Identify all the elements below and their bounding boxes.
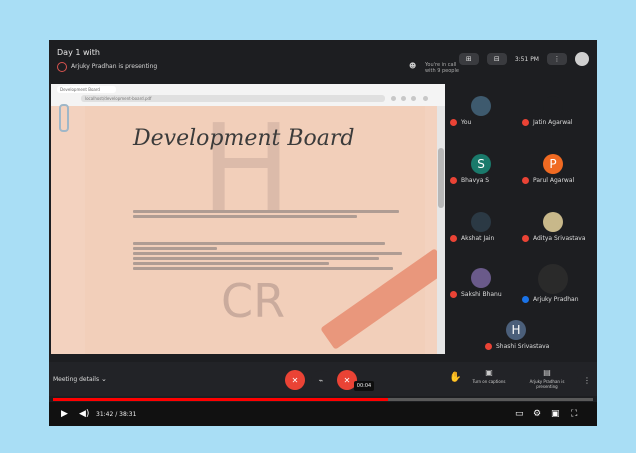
meeting-topbar: Day 1 with Arjuky Pradhan is presenting … <box>49 40 597 80</box>
avatar <box>471 96 491 116</box>
slide-canvas: H Development Board CR <box>85 100 445 354</box>
scrollbar[interactable] <box>437 106 445 354</box>
participant-tile[interactable]: Jatin Agarwal <box>522 96 584 126</box>
extension-icon[interactable] <box>401 96 406 101</box>
mic-off-icon <box>485 343 492 350</box>
volume-icon[interactable]: ◀) <box>79 409 89 419</box>
participant-tile[interactable]: Akshat Jain <box>450 212 512 242</box>
avatar: S <box>471 154 491 174</box>
chevron-down-icon[interactable]: ⌄ <box>101 375 107 383</box>
slide-title: Development Board <box>133 126 355 151</box>
present-button[interactable]: ▤ Arjuky Pradhan is presenting <box>525 368 569 389</box>
participant-tile[interactable]: H Shashi Srivastava <box>485 320 549 350</box>
video-player-controls: ▶ ◀) 31:42 / 38:31 ▭ ⚙ ▣ ⛶ <box>49 402 597 426</box>
avatar <box>471 212 491 232</box>
meeting-controls: Meeting details ⌄ ✕ ⌁ ✕ 00:04 ✋ ▣ Turn on… <box>49 362 597 396</box>
participant-tile[interactable]: P Parul Agarwal <box>522 154 584 184</box>
avatar <box>543 96 563 116</box>
layout-button[interactable]: ⊞ <box>458 53 479 65</box>
subtitles-icon[interactable]: ▭ <box>515 409 524 419</box>
avatar <box>538 264 568 294</box>
mic-toggle-button[interactable]: ✕ <box>285 370 305 390</box>
participant-tile-presenter[interactable]: Arjuky Pradhan <box>522 264 584 303</box>
tooltip: 00:04 <box>354 381 374 391</box>
slide-bullet <box>133 208 413 220</box>
time-display: 31:42 / 38:31 <box>96 411 137 418</box>
participant-tile[interactable]: You <box>450 96 512 126</box>
avatar <box>471 268 491 288</box>
menu-button[interactable]: ⋮ <box>547 53 567 65</box>
avatar: P <box>543 154 563 174</box>
captions-button[interactable]: ▣ Turn on captions <box>467 368 511 384</box>
mic-off-icon <box>450 291 457 298</box>
pin-button[interactable]: ⊟ <box>486 53 507 65</box>
cr-logo: CR <box>221 274 286 328</box>
mic-off-icon <box>522 119 529 126</box>
star-icon[interactable] <box>391 96 396 101</box>
browser-tab[interactable]: Development Board <box>57 86 116 93</box>
play-icon[interactable]: ▶ <box>61 409 68 419</box>
clock: 3:51 PM <box>514 55 539 63</box>
avatar <box>543 212 563 232</box>
people-icon: ☻ <box>409 62 417 70</box>
video-progress-bar[interactable] <box>53 398 593 401</box>
mic-on-icon <box>522 296 529 303</box>
mic-off-icon <box>522 235 529 242</box>
captions-icon: ▣ <box>485 368 493 377</box>
user-avatar[interactable] <box>575 52 589 66</box>
meeting-details-button[interactable]: Meeting details <box>53 376 99 383</box>
settings-icon[interactable]: ⚙ <box>533 409 541 419</box>
miniplayer-icon[interactable]: ▣ <box>551 409 560 419</box>
participant-tile[interactable]: Sakshi Bhanu <box>450 268 512 298</box>
mic-off-icon <box>522 177 529 184</box>
hand-raise-icon[interactable]: ✋ <box>449 372 461 383</box>
slide-bullet <box>133 240 413 272</box>
profile-icon[interactable] <box>411 96 416 101</box>
hangup-button[interactable]: ⌁ <box>311 370 331 390</box>
presenting-label: Arjuky Pradhan is presenting <box>71 63 158 70</box>
mic-off-icon <box>450 177 457 184</box>
paperclip-graphic <box>59 104 69 132</box>
participant-tile[interactable]: S Bhavya S <box>450 154 512 184</box>
avatar: H <box>506 320 526 340</box>
record-icon <box>57 62 67 72</box>
people-info: You're in call with 9 people <box>425 62 459 74</box>
meeting-window: Day 1 with Arjuky Pradhan is presenting … <box>49 40 597 426</box>
participant-tile[interactable]: Aditya Srivastava <box>522 212 586 242</box>
fullscreen-icon[interactable]: ⛶ <box>571 409 577 419</box>
more-options-button[interactable]: ⋮ <box>577 370 597 390</box>
mic-off-icon <box>450 235 457 242</box>
shared-screen: Development Board localhost/development-… <box>51 84 445 354</box>
kebab-icon[interactable] <box>423 96 428 101</box>
progress-fill <box>53 398 388 401</box>
present-icon: ▤ <box>543 368 551 377</box>
meeting-title: Day 1 with <box>57 48 100 57</box>
topbar-actions: ⊞ ⊟ 3:51 PM ⋮ <box>458 52 589 66</box>
mic-off-icon <box>450 119 457 126</box>
